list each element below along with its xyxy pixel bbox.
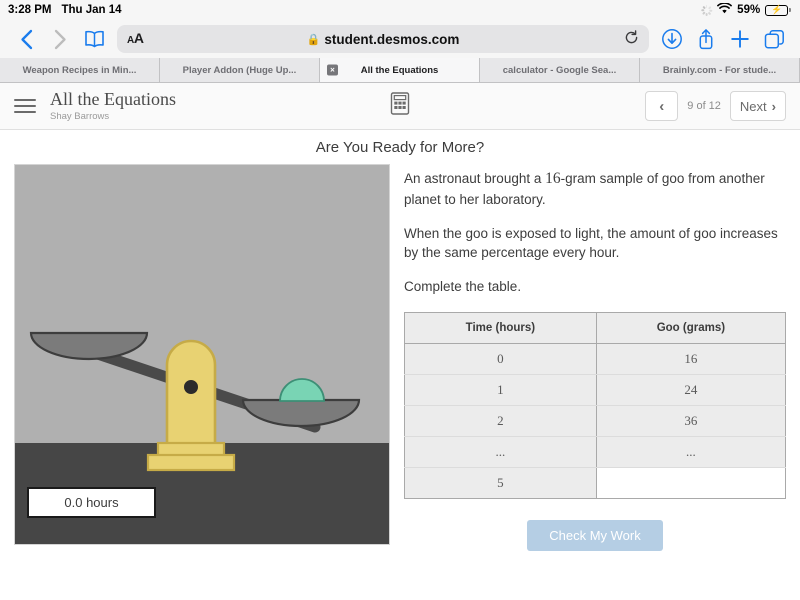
problem-paragraph-1: An astronaut brought a 16-gram sample of… xyxy=(404,168,786,209)
green-goo-blob xyxy=(279,378,325,402)
lock-icon: 🔒 xyxy=(306,33,321,46)
screen-root: 3:28 PM Thu Jan 14 59% ⚡ AA 🔒 student.de… xyxy=(0,0,800,600)
new-tab-button[interactable] xyxy=(723,24,757,54)
activity-spinner-icon xyxy=(701,4,713,16)
cell-goo: ... xyxy=(596,436,786,468)
table-row: 5 xyxy=(404,467,786,499)
problem-panel: An astronaut brought a 16-gram sample of… xyxy=(404,164,786,551)
page-title: All the Equations xyxy=(50,89,176,110)
activity-title-block: All the Equations Shay Barrows xyxy=(50,89,176,122)
problem-paragraph-2: When the goo is exposed to light, the am… xyxy=(404,226,778,261)
status-time: 3:28 PM xyxy=(8,4,52,16)
browser-tab-4[interactable]: Brainly.com - For stude... xyxy=(640,58,800,82)
column-header-1: Goo (grams) xyxy=(596,312,786,344)
close-icon[interactable]: × xyxy=(327,64,338,76)
downloads-button[interactable] xyxy=(655,24,689,54)
forward-button[interactable] xyxy=(43,24,77,54)
cell-time: 1 xyxy=(404,374,597,406)
cell-goo: 36 xyxy=(596,405,786,437)
math-value-16: 16 xyxy=(545,170,561,187)
cell-goo-input[interactable] xyxy=(595,467,786,499)
browser-tab-label: calculator - Google Sea... xyxy=(502,64,617,76)
browser-tab-label: Brainly.com - For stude... xyxy=(662,64,777,76)
browser-tab-2[interactable]: × All the Equations xyxy=(320,58,480,82)
browser-tab-label: All the Equations xyxy=(360,64,439,76)
browser-toolbar: AA 🔒 student.desmos.com xyxy=(0,20,800,58)
cell-time: ... xyxy=(404,436,597,468)
battery-percent: 59% xyxy=(737,4,761,16)
balance-scale-applet[interactable]: 0.0 hours xyxy=(14,164,390,545)
hamburger-menu-icon[interactable] xyxy=(14,99,36,113)
scale-pivot xyxy=(184,380,198,394)
paragraph-1-before: An astronaut brought a xyxy=(404,171,546,186)
table-row: ...... xyxy=(404,436,786,468)
browser-tab-0[interactable]: Weapon Recipes in Min... xyxy=(0,58,160,82)
screen-title: Are You Ready for More? xyxy=(315,139,485,156)
check-my-work-button[interactable]: Check My Work xyxy=(527,519,663,551)
url-display: 🔒 student.desmos.com xyxy=(117,32,649,47)
page-indicator: 9 of 12 xyxy=(687,100,721,112)
table-row: 2 36 xyxy=(404,405,786,437)
hours-readout: 0.0 hours xyxy=(27,487,156,518)
share-button[interactable] xyxy=(689,24,723,54)
table-row: 1 24 xyxy=(404,374,786,406)
tabs-overview-button[interactable] xyxy=(757,24,791,54)
left-pan xyxy=(29,331,149,361)
previous-screen-button[interactable]: ‹ xyxy=(645,91,679,121)
student-name: Shay Barrows xyxy=(50,110,110,122)
reload-button[interactable] xyxy=(624,29,639,49)
bookmarks-button[interactable] xyxy=(77,24,111,54)
calculator-icon[interactable] xyxy=(390,92,410,120)
cell-time: 5 xyxy=(404,467,597,499)
scale-base-lower xyxy=(146,453,236,472)
ios-status-bar: 3:28 PM Thu Jan 14 59% ⚡ xyxy=(0,0,800,20)
next-screen-button[interactable]: Next › xyxy=(729,91,786,121)
browser-tab-1[interactable]: Player Addon (Huge Up... xyxy=(160,58,320,82)
problem-instruction: Complete the table. xyxy=(404,279,522,295)
address-bar[interactable]: AA 🔒 student.desmos.com xyxy=(117,25,649,53)
wifi-icon xyxy=(717,2,733,17)
table-row: 0 16 xyxy=(404,343,786,375)
goo-table: Time (hours) Goo (grams) 0 16 1 24 2 36...... 5 xyxy=(404,311,786,499)
activity-header: All the Equations Shay Barrows ‹ 9 of 12… xyxy=(0,83,800,130)
tab-bar: Weapon Recipes in Min... Player Addon (Hu… xyxy=(0,58,800,83)
cell-time: 0 xyxy=(404,343,597,375)
battery-charging-icon: ⚡ xyxy=(765,4,791,16)
table-header-row: Time (hours) Goo (grams) xyxy=(404,312,786,344)
status-date: Thu Jan 14 xyxy=(61,4,122,16)
cell-goo: 24 xyxy=(596,374,786,406)
cell-time: 2 xyxy=(404,405,597,437)
browser-tab-3[interactable]: calculator - Google Sea... xyxy=(480,58,640,82)
cell-goo: 16 xyxy=(596,343,786,375)
right-pan xyxy=(241,398,361,428)
url-text: student.desmos.com xyxy=(324,31,460,47)
column-header-0: Time (hours) xyxy=(404,312,597,344)
chevron-right-icon: › xyxy=(771,98,776,114)
screen-content: 0.0 hours An astronaut brought a 16-gram… xyxy=(0,164,800,551)
browser-tab-label: Weapon Recipes in Min... xyxy=(22,64,137,76)
next-label: Next xyxy=(739,98,767,114)
back-button[interactable] xyxy=(9,24,43,54)
browser-tab-label: Player Addon (Huge Up... xyxy=(182,64,297,76)
prev-chevron-icon: ‹ xyxy=(659,97,665,115)
table-body: 0 16 1 24 2 36...... 5 xyxy=(404,343,786,499)
